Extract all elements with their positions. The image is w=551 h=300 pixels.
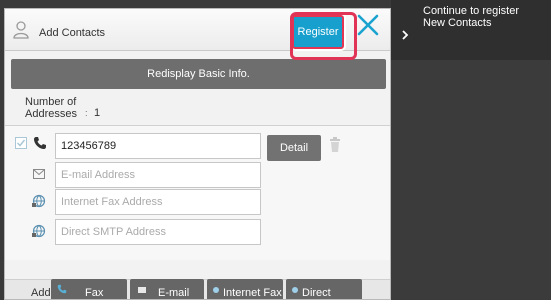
email-icon <box>138 287 146 293</box>
number-of-addresses-value: 1 <box>94 107 101 119</box>
number-of-addresses-colon: : <box>85 108 88 118</box>
side-panel: Continue to register New Contacts <box>391 0 551 300</box>
add-label: Add <box>31 287 51 299</box>
add-email-button[interactable]: E-mail <box>130 279 204 299</box>
continue-register-button[interactable]: Continue to register New Contacts <box>391 0 551 60</box>
phone-icon <box>57 284 67 294</box>
direct-smtp-address-field[interactable]: Direct SMTP Address <box>55 219 261 245</box>
user-icon <box>13 21 29 39</box>
register-button[interactable]: Register <box>292 15 344 49</box>
continue-line1: Continue to register <box>423 5 519 17</box>
number-of-addresses-label: Number of Addresses <box>25 96 77 120</box>
direct-smtp-icon <box>32 224 46 238</box>
email-icon <box>33 169 45 179</box>
direct-smtp-icon <box>292 287 298 293</box>
detail-button[interactable]: Detail <box>267 135 321 161</box>
trash-icon[interactable] <box>329 137 341 153</box>
email-address-field[interactable]: E-mail Address <box>55 162 261 188</box>
chevron-right-icon <box>402 30 409 40</box>
internet-fax-address-field[interactable]: Internet Fax Address <box>55 189 261 215</box>
add-fax-label: Fax <box>85 287 104 299</box>
add-internet-fax-button[interactable]: Internet Fax <box>207 279 283 299</box>
add-fax-button[interactable]: Fax <box>51 279 127 299</box>
checkbox-icon[interactable] <box>15 137 27 149</box>
continue-register-text: Continue to register New Contacts <box>423 5 519 29</box>
phone-icon <box>34 137 46 149</box>
internet-fax-icon <box>32 194 46 208</box>
add-contacts-panel: Add Contacts Redisplay Basic Info. Numbe… <box>4 8 391 300</box>
page-title: Add Contacts <box>39 27 106 39</box>
close-icon[interactable] <box>353 10 383 40</box>
number-of-addresses-line2: Addresses <box>25 108 77 120</box>
continue-line2: New Contacts <box>423 17 492 29</box>
add-direct-smtp-label: Direct SMTP <box>302 287 331 299</box>
number-of-addresses-line1: Number of <box>25 96 77 108</box>
add-email-label: E-mail <box>158 287 190 299</box>
internet-fax-icon <box>213 287 219 293</box>
add-internet-fax-label: Internet Fax <box>223 287 282 299</box>
redisplay-basic-info-button[interactable]: Redisplay Basic Info. <box>11 59 386 89</box>
add-direct-smtp-button[interactable]: Direct SMTP <box>286 279 362 299</box>
fax-number-field[interactable]: 123456789 <box>55 133 261 159</box>
